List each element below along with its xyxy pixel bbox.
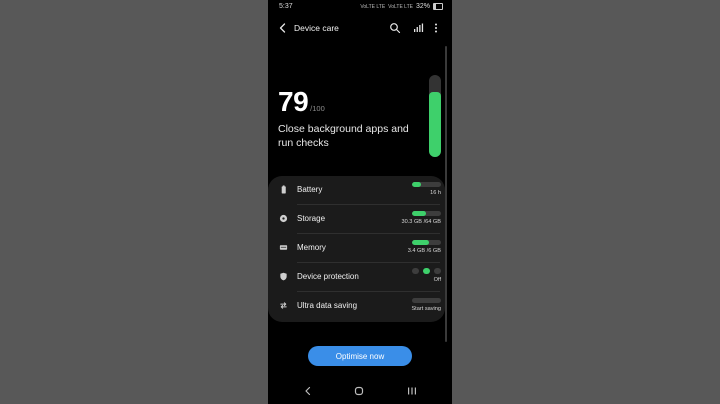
memory-icon	[279, 245, 288, 250]
row-value-memory: 3.4 GB /6 GB	[407, 248, 441, 254]
app-header: Device care	[268, 18, 452, 38]
score-max: /100	[310, 104, 325, 113]
storage-icon	[279, 214, 288, 223]
status-dot-active	[423, 268, 430, 274]
row-ultra-data-saving[interactable]: Ultra data saving Start saving	[268, 292, 445, 321]
nav-home-icon[interactable]	[354, 386, 364, 396]
score-gauge	[429, 75, 441, 157]
battery-percent: 32%	[415, 3, 430, 10]
battery-bar	[412, 182, 441, 187]
row-value-battery: 16 h	[430, 190, 441, 196]
phone-screen: 5:37 VoLTE LTE VoLTE LTE 32% Device care	[268, 0, 452, 404]
memory-bar	[412, 240, 441, 245]
battery-icon	[281, 185, 286, 194]
navigation-bar	[268, 380, 452, 404]
status-dot	[434, 268, 441, 274]
memory-bar-fill	[412, 240, 429, 245]
shield-icon	[280, 272, 287, 281]
optimise-now-button[interactable]: Optimise now	[308, 346, 412, 366]
status-battery-icon	[433, 3, 443, 10]
signal-indicator-2: VoLTE LTE	[388, 3, 413, 10]
storage-bar	[412, 211, 441, 216]
row-storage[interactable]: Storage 30.3 GB /64 GB	[268, 205, 445, 234]
row-label-ultra-data-saving: Ultra data saving	[297, 301, 358, 310]
storage-bar-fill	[412, 211, 426, 216]
protection-status-dots	[412, 268, 441, 274]
page-title: Device care	[294, 23, 339, 33]
score-value: 79	[278, 86, 309, 117]
status-time: 5:37	[279, 3, 293, 10]
row-device-protection[interactable]: Device protection Off	[268, 263, 445, 292]
row-label-battery: Battery	[297, 185, 323, 194]
row-value-ultra-data-saving: Start saving	[411, 306, 441, 312]
signal-indicator-1: VoLTE LTE	[360, 3, 386, 10]
data-saving-icon	[280, 302, 287, 309]
score-gauge-fill	[429, 92, 441, 157]
data-saving-bar	[412, 298, 441, 303]
score-description: Close background apps and run checks	[278, 123, 409, 149]
status-card: Battery 16 h Storage 30.3 GB /64 GB Memo…	[268, 176, 445, 322]
row-value-device-protection: Off	[433, 277, 441, 283]
row-memory[interactable]: Memory 3.4 GB /6 GB	[268, 234, 445, 263]
status-indicators: VoLTE LTE VoLTE LTE 32%	[360, 3, 443, 10]
device-care-score: 79 /100	[278, 86, 325, 118]
more-options-icon[interactable]	[432, 22, 440, 34]
row-value-storage: 30.3 GB /64 GB	[401, 219, 442, 225]
row-label-device-protection: Device protection	[297, 272, 359, 281]
back-arrow-icon[interactable]	[277, 22, 289, 34]
status-dot	[412, 268, 419, 274]
statistics-icon[interactable]	[412, 22, 424, 34]
search-icon[interactable]	[389, 22, 401, 34]
status-bar: 5:37 VoLTE LTE VoLTE LTE 32%	[268, 0, 452, 14]
row-label-storage: Storage	[297, 214, 326, 223]
nav-back-icon[interactable]	[303, 386, 313, 396]
row-label-memory: Memory	[297, 243, 326, 252]
nav-recent-apps-icon[interactable]	[406, 386, 418, 396]
scrollbar[interactable]	[445, 46, 447, 342]
row-battery[interactable]: Battery 16 h	[268, 176, 445, 205]
battery-bar-fill	[412, 182, 422, 187]
